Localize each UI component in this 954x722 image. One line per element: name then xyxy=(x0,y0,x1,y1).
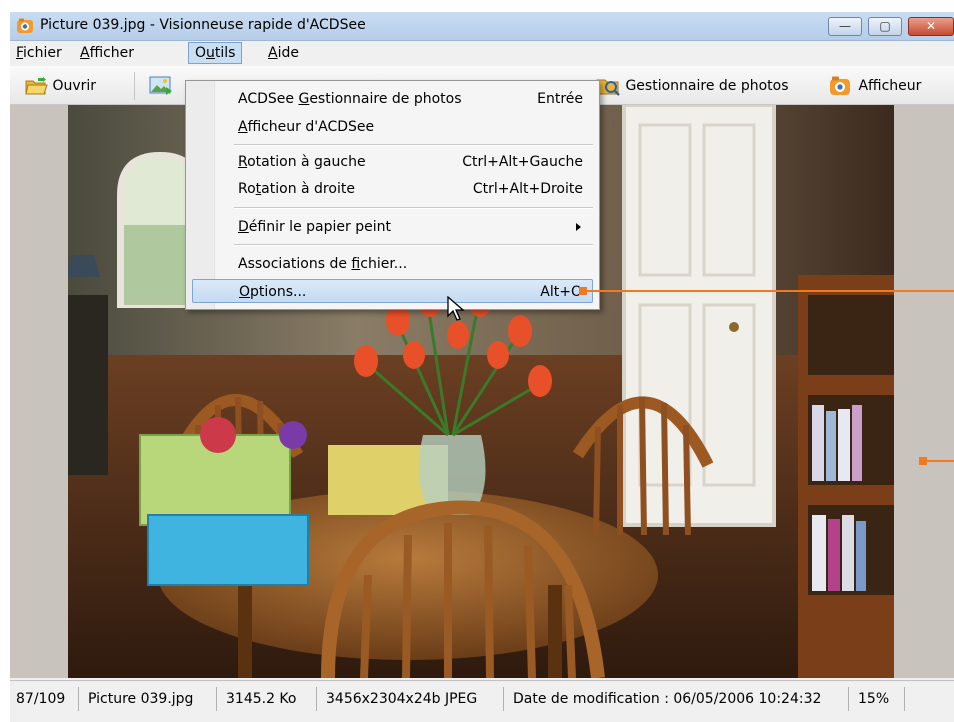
shortcut-label: Ctrl+Alt+Droite xyxy=(472,181,583,197)
viewer-label: Afficheur xyxy=(858,78,922,94)
status-separator xyxy=(503,687,504,711)
status-dimensions: 3456x2304x24b JPEG xyxy=(326,691,478,707)
toolbar-separator xyxy=(134,72,135,100)
status-filename: Picture 039.jpg xyxy=(88,691,194,707)
status-modified-date: Date de modification : 06/05/2006 10:24:… xyxy=(513,691,822,707)
menu-item-file-associations[interactable]: Associations de fichier... xyxy=(192,252,593,276)
close-icon: ✕ xyxy=(925,19,937,33)
menu-item-photo-manager[interactable]: ACDSee Gestionnaire de photos Entrée xyxy=(192,87,593,111)
photo-manager-label: Gestionnaire de photos xyxy=(625,78,789,94)
menu-outils[interactable]: Outils xyxy=(188,42,243,64)
acdsee-viewer-icon xyxy=(830,76,850,95)
callout-line xyxy=(585,290,954,292)
status-filesize: 3145.2 Ko xyxy=(226,691,297,707)
menu-item-set-wallpaper[interactable]: Définir le papier peint xyxy=(192,215,593,239)
status-separator xyxy=(78,687,79,711)
photo-manager-button[interactable]: Gestionnaire de photos xyxy=(595,74,789,98)
open-button-label: Ouvrir xyxy=(52,78,97,94)
minimize-icon: — xyxy=(839,19,851,33)
status-bar: 87/109 Picture 039.jpg 3145.2 Ko 3456x23… xyxy=(10,680,954,722)
outils-menu: ACDSee Gestionnaire de photos Entrée Aff… xyxy=(185,80,600,310)
menu-separator xyxy=(234,244,593,246)
menu-item-rotate-left[interactable]: Rotation à gauche Ctrl+Alt+Gauche xyxy=(192,150,593,174)
shortcut-label: Ctrl+Alt+Gauche xyxy=(462,154,583,170)
title-bar[interactable]: Picture 039.jpg - Visionneuse rapide d'A… xyxy=(10,12,954,41)
minimize-button[interactable]: — xyxy=(828,17,862,36)
shortcut-label: Alt+O xyxy=(540,284,582,300)
status-separator xyxy=(904,687,905,711)
status-separator xyxy=(848,687,849,711)
viewer-button[interactable]: Afficheur xyxy=(828,74,921,98)
menu-aide[interactable]: Aide xyxy=(262,43,305,63)
status-separator xyxy=(216,687,217,711)
maximize-icon: ▢ xyxy=(879,19,891,33)
menu-item-rotate-right[interactable]: Rotation à droite Ctrl+Alt+Droite xyxy=(192,177,593,201)
window-title: Picture 039.jpg - Visionneuse rapide d'A… xyxy=(40,17,366,33)
open-folder-icon xyxy=(25,77,48,95)
acdsee-app-icon xyxy=(17,18,33,33)
menu-afficher[interactable]: Afficher xyxy=(74,43,140,63)
maximize-button[interactable]: ▢ xyxy=(868,17,902,36)
status-zoom: 15% xyxy=(858,691,890,707)
status-separator xyxy=(316,687,317,711)
close-button[interactable]: ✕ xyxy=(908,17,954,36)
menu-item-options[interactable]: Options... Alt+O xyxy=(192,279,593,303)
menu-bar: Fichier Afficher Outils Aide xyxy=(10,41,954,65)
open-button[interactable]: Ouvrir xyxy=(24,74,96,98)
menu-item-acdsee-viewer[interactable]: Afficheur d'ACDSee xyxy=(192,115,593,139)
shortcut-label: Entrée xyxy=(537,91,583,107)
menu-separator xyxy=(234,207,593,209)
callout-line xyxy=(925,460,954,462)
image-icon xyxy=(149,76,172,95)
mouse-pointer-icon xyxy=(447,296,465,321)
submenu-arrow-icon xyxy=(576,223,581,231)
menu-separator xyxy=(234,144,593,146)
menu-fichier[interactable]: Fichier xyxy=(10,43,68,63)
set-wallpaper-button[interactable] xyxy=(148,74,174,98)
status-image-index: 87/109 xyxy=(16,691,66,707)
